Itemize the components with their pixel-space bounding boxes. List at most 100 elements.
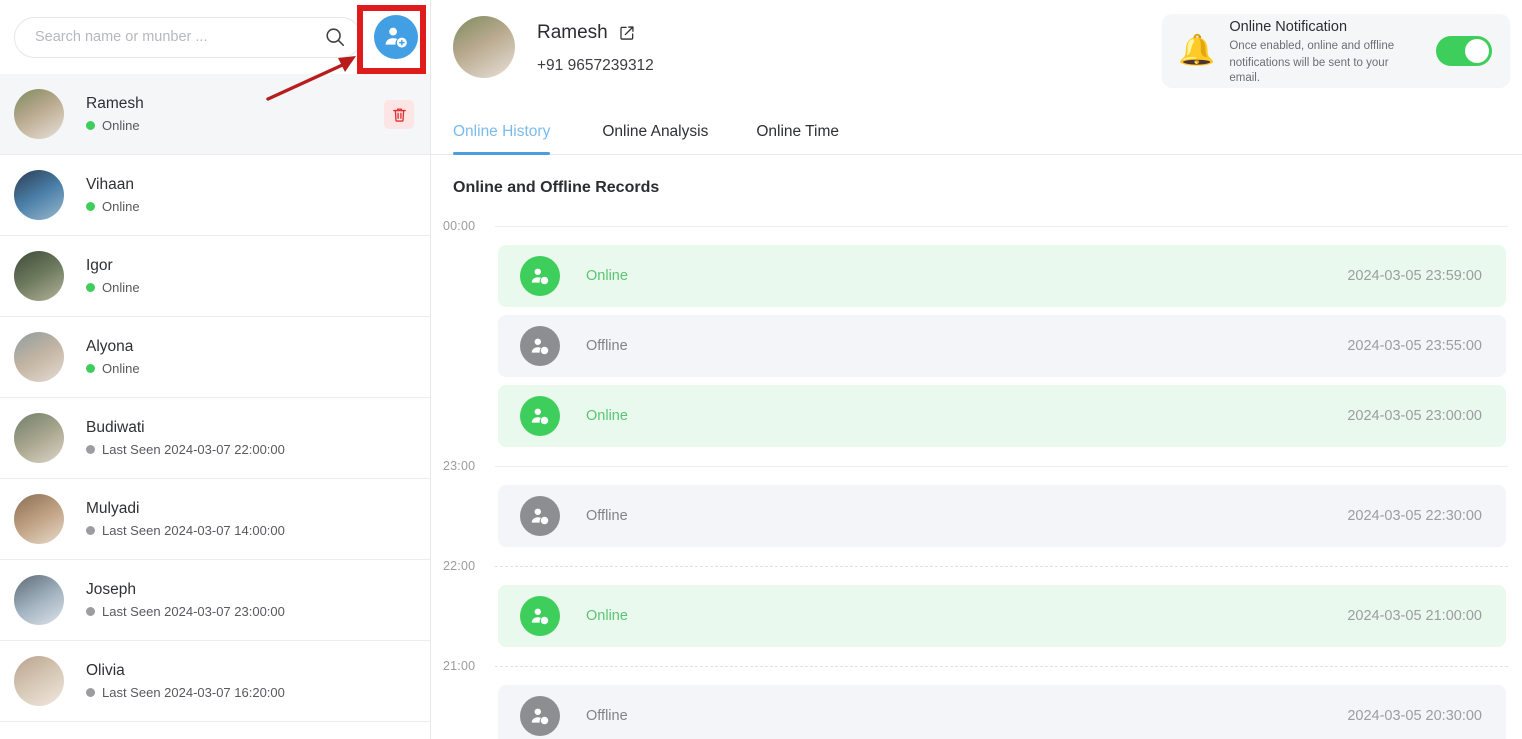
notification-title: Online Notification [1229, 18, 1348, 35]
contact-name: Ramesh [86, 95, 144, 112]
contact-list-item[interactable]: Joseph Last Seen 2024-03-07 23:00:00 [0, 560, 430, 641]
contact-status: Last Seen 2024-03-07 23:00:00 [86, 603, 414, 620]
edit-icon[interactable] [619, 25, 635, 41]
contact-status-label: Last Seen 2024-03-07 23:00:00 [102, 604, 285, 619]
contact-status-label: Last Seen 2024-03-07 14:00:00 [102, 523, 285, 538]
contact-list-item[interactable]: Vihaan Online [0, 155, 430, 236]
notification-subtitle-line1: Once enabled, online and offline [1229, 39, 1395, 52]
contact-status-label: Online [102, 361, 140, 376]
avatar [14, 575, 64, 625]
contact-list-item[interactable]: Budiwati Last Seen 2024-03-07 22:00:00 [0, 398, 430, 479]
contact-status: Last Seen 2024-03-07 16:20:00 [86, 684, 414, 701]
timeline-time-label: 22:00 [443, 559, 476, 573]
contact-name: Vihaan [86, 176, 134, 193]
timeline-tick: 22:00 [431, 555, 1522, 577]
person-icon [531, 508, 549, 525]
person-icon [531, 708, 549, 725]
record-status-label: Online [586, 268, 628, 284]
profile-phone: +91 9657239312 [537, 57, 654, 74]
delete-contact-button[interactable] [384, 99, 414, 129]
timeline-time-label: 23:00 [443, 459, 476, 473]
record-timestamp: 2024-03-05 23:59:00 [1347, 268, 1482, 284]
contact-status: Online [86, 198, 414, 215]
timeline-group: 23:00 Offline 2024-03-05 22:30:00 [431, 455, 1522, 547]
avatar [14, 251, 64, 301]
user-status-icon [520, 396, 560, 436]
record-timestamp: 2024-03-05 23:55:00 [1347, 338, 1482, 354]
contact-list[interactable]: Ramesh Online Vihaan Online Igor Online Alyona… [0, 74, 430, 739]
contact-list-item[interactable]: Olivia Last Seen 2024-03-07 16:20:00 [0, 641, 430, 722]
sidebar-toolbar [0, 0, 430, 74]
person-icon [531, 408, 549, 425]
record-timestamp: 2024-03-05 20:30:00 [1347, 708, 1482, 724]
record-status-label: Offline [586, 338, 628, 354]
contact-meta: Alyona Online [86, 337, 414, 377]
contact-meta: Igor Online [86, 256, 414, 296]
contact-status: Last Seen 2024-03-07 22:00:00 [86, 441, 414, 458]
person-icon [531, 608, 549, 625]
tab-bar[interactable]: Online History Online Analysis Online Time [431, 106, 1522, 155]
record-row: Offline 2024-03-05 22:30:00 [498, 485, 1506, 547]
contact-status-label: Online [102, 118, 140, 133]
search-field-wrapper [14, 16, 362, 58]
timeline-rule [495, 225, 1508, 227]
main-panel: Ramesh +91 9657239312 Online History Onli… [431, 0, 1522, 739]
toggle-knob [1465, 39, 1489, 63]
contact-name: Olivia [86, 662, 125, 679]
contact-status-label: Last Seen 2024-03-07 22:00:00 [102, 442, 285, 457]
notification-subtitle-line2: notifications will be sent to your email… [1229, 56, 1389, 84]
timeline-tick: 23:00 [431, 455, 1522, 477]
search-input[interactable] [14, 16, 362, 58]
avatar [14, 89, 64, 139]
tab-online-analysis[interactable]: Online Analysis [578, 123, 732, 154]
contact-meta: Ramesh Online [86, 94, 384, 134]
timeline-tick: 21:00 [431, 655, 1522, 677]
avatar [14, 494, 64, 544]
records-section-title: Online and Offline Records [453, 179, 660, 196]
contact-status-label: Online [102, 199, 140, 214]
contact-list-item[interactable]: Alyona Online [0, 317, 430, 398]
record-row: Online 2024-03-05 21:00:00 [498, 585, 1506, 647]
contact-list-item[interactable]: Mulyadi Last Seen 2024-03-07 14:00:00 [0, 479, 430, 560]
notification-toggle[interactable] [1436, 36, 1492, 66]
contact-list-item[interactable]: Igor Online [0, 236, 430, 317]
online-notification-card: 🔔 Online Notification Once enabled, onli… [1162, 14, 1510, 88]
avatar [14, 656, 64, 706]
record-timestamp: 2024-03-05 23:00:00 [1347, 408, 1482, 424]
contact-status: Online [86, 117, 384, 134]
records-timeline: 00:00 Online 2024-03-05 23:59:00 Offline 202… [431, 197, 1522, 739]
record-timestamp: 2024-03-05 21:00:00 [1347, 608, 1482, 624]
user-status-icon [520, 596, 560, 636]
record-status-label: Offline [586, 708, 628, 724]
timeline-time-label: 00:00 [443, 219, 476, 233]
avatar [14, 332, 64, 382]
timeline-rule [495, 665, 1508, 667]
status-dot-online [86, 121, 95, 130]
timeline-group: 21:00 Offline 2024-03-05 20:30:00 [431, 655, 1522, 739]
user-status-icon [520, 256, 560, 296]
status-dot-online [86, 364, 95, 373]
tab-online-time[interactable]: Online Time [732, 123, 863, 154]
profile-avatar [453, 16, 515, 78]
person-icon [531, 338, 549, 355]
contact-status: Last Seen 2024-03-07 14:00:00 [86, 522, 414, 539]
person-icon [531, 268, 549, 285]
status-dot-offline [86, 445, 95, 454]
status-dot-offline [86, 607, 95, 616]
contact-name: Igor [86, 257, 113, 274]
contact-list-item[interactable]: Ramesh Online [0, 74, 430, 155]
status-dot-online [86, 283, 95, 292]
add-contact-button[interactable] [374, 15, 418, 59]
status-dot-offline [86, 526, 95, 535]
record-row: Offline 2024-03-05 23:55:00 [498, 315, 1506, 377]
add-user-icon [385, 27, 407, 48]
status-dot-online [86, 202, 95, 211]
contact-name: Budiwati [86, 419, 145, 436]
tab-online-history[interactable]: Online History [453, 123, 578, 155]
avatar [14, 413, 64, 463]
timeline-time-label: 21:00 [443, 659, 476, 673]
contact-name: Alyona [86, 338, 134, 355]
page-title: Ramesh [537, 22, 608, 43]
user-status-icon [520, 696, 560, 736]
contact-status-label: Last Seen 2024-03-07 16:20:00 [102, 685, 285, 700]
